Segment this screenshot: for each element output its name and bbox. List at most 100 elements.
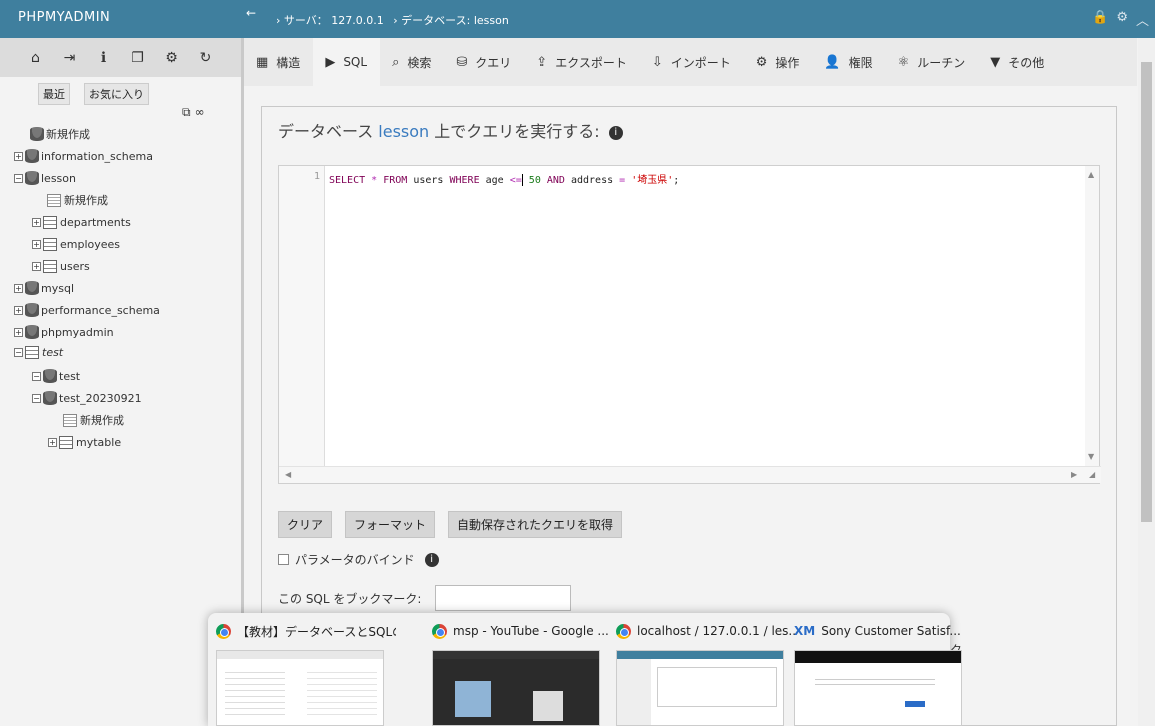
lock-icon[interactable]: 🔒	[1092, 10, 1108, 29]
brand-title[interactable]: PHPMYADMIN	[18, 10, 110, 25]
search-icon: ⌕	[392, 54, 400, 70]
thumbnail-preview	[432, 650, 600, 726]
expand-icon[interactable]: −	[32, 371, 41, 381]
structure-icon: ▦	[256, 54, 269, 70]
editor-horizontal-scrollbar[interactable]: ◀ ▶ ◢	[279, 466, 1101, 483]
tab-more[interactable]: ▼ その他	[978, 38, 1057, 86]
tab-query[interactable]: ⛁ クエリ	[444, 38, 524, 86]
breadcrumb-database[interactable]: › データベース: lesson	[393, 14, 509, 27]
tree-label: lesson	[41, 171, 76, 185]
sql-token: ;	[673, 175, 680, 186]
database-icon	[43, 391, 57, 405]
line-number-gutter: 1	[279, 166, 325, 466]
expand-icon[interactable]: +	[48, 437, 57, 447]
tree-item-lesson-new[interactable]: 新規作成	[47, 190, 108, 210]
tree-item-test[interactable]: − test	[32, 366, 80, 386]
bookmark-input[interactable]	[435, 585, 572, 611]
scroll-up-icon[interactable]: ▲	[1088, 170, 1094, 179]
tree-item-users[interactable]: + users	[32, 256, 90, 276]
line-number: 1	[313, 171, 320, 182]
database-icon	[25, 303, 39, 317]
thumbnail-title: Sony Customer Satisf...	[821, 624, 961, 638]
reload-icon[interactable]: ↻	[196, 50, 216, 66]
import-icon: ⇩	[651, 54, 663, 70]
title-db-link[interactable]: lesson	[378, 122, 429, 141]
bind-parameters-checkbox[interactable]	[278, 554, 289, 565]
collapse-icon[interactable]: −	[14, 173, 23, 183]
tree-item-employees[interactable]: + employees	[32, 234, 120, 254]
collapse-nav-icon[interactable]: ←	[246, 6, 256, 20]
resize-handle-icon[interactable]: ◢	[1089, 470, 1095, 479]
tree-item-mysql[interactable]: + mysql	[14, 278, 74, 298]
expand-icon[interactable]: +	[32, 261, 41, 271]
tree-item-test-20230921[interactable]: − test_20230921	[32, 388, 142, 408]
copy-icon[interactable]: ❐	[128, 50, 148, 66]
tree-item-information-schema[interactable]: + information_schema	[14, 146, 153, 166]
tree-label: users	[60, 259, 90, 273]
editor-vertical-scrollbar[interactable]: ▲ ▼	[1085, 166, 1099, 466]
expand-icon[interactable]: +	[14, 283, 23, 293]
info-icon[interactable]: i	[424, 552, 439, 567]
tree-label: information_schema	[41, 149, 153, 163]
nav-icon-bar: ⌂ ⇥ ℹ ❐ ⚙ ↻	[0, 38, 241, 77]
tab-privileges[interactable]: 👤 権限	[812, 38, 885, 86]
info-icon[interactable]: i	[608, 125, 623, 140]
tab-import[interactable]: ⇩ インポート	[640, 38, 744, 86]
collapse-icon[interactable]: −	[14, 347, 23, 357]
collapse-all-icon[interactable]: ⧉	[182, 105, 191, 120]
tab-label: エクスポート	[555, 55, 627, 70]
tree-item-performance-schema[interactable]: + performance_schema	[14, 300, 160, 320]
taskbar-thumbnail[interactable]: localhost / 127.0.0.1 / les...	[616, 621, 796, 726]
tab-export[interactable]: ⇪ エクスポート	[524, 38, 640, 86]
settings-icon[interactable]: ⚙	[162, 50, 182, 66]
tab-label: 操作	[775, 55, 800, 70]
breadcrumb-server[interactable]: › サーバ： 127.0.0.1	[276, 14, 384, 27]
tree-label: 新規作成	[80, 414, 124, 427]
tree-item-mytable[interactable]: + mytable	[48, 432, 121, 452]
favorites-button[interactable]: お気に入り	[84, 83, 149, 105]
page-vertical-scrollbar[interactable]	[1138, 38, 1155, 726]
taskbar-thumbnail[interactable]: msp - YouTube - Google ...	[432, 621, 612, 726]
tab-search[interactable]: ⌕ 検索	[380, 38, 444, 86]
sql-editor[interactable]: 1 SELECT * FROM users WHERE age <= 50 AN…	[278, 165, 1101, 484]
tab-structure[interactable]: ▦ 構造	[244, 38, 313, 86]
expand-icon[interactable]: +	[32, 217, 41, 227]
link-icon[interactable]: ∞	[195, 105, 205, 120]
logout-icon[interactable]: ⇥	[60, 50, 80, 66]
expand-icon[interactable]: +	[14, 327, 23, 337]
tree-item-test-group[interactable]: − test	[14, 342, 63, 362]
scroll-right-icon[interactable]: ▶	[1071, 470, 1077, 479]
tab-sql[interactable]: ▶ SQL	[313, 38, 381, 86]
tab-routines[interactable]: ⚛ ルーチン	[886, 38, 979, 86]
page-scroll-thumb[interactable]	[1141, 62, 1152, 522]
recent-button[interactable]: 最近	[38, 83, 70, 105]
format-button[interactable]: フォーマット	[345, 511, 436, 538]
taskbar-thumbnails: 【教材】データベースとSQLの基礎を... msp - YouTube - Go…	[208, 613, 962, 726]
tab-operations[interactable]: ⚙ 操作	[744, 38, 813, 86]
expand-icon[interactable]: +	[14, 305, 23, 315]
scroll-left-icon[interactable]: ◀	[285, 470, 291, 479]
tree-item-lesson[interactable]: − lesson	[14, 168, 76, 188]
tree-item-phpmyadmin[interactable]: + phpmyadmin	[14, 322, 114, 342]
tree-item-test-new[interactable]: 新規作成	[63, 410, 124, 430]
tree-item-departments[interactable]: + departments	[32, 212, 131, 232]
collapse-icon[interactable]: −	[32, 393, 41, 403]
tree-item-new[interactable]: 新規作成	[30, 124, 90, 144]
bind-parameters-label[interactable]: パラメータのバインド	[295, 551, 415, 568]
get-autosaved-query-button[interactable]: 自動保存されたクエリを取得	[448, 511, 623, 538]
taskbar-thumbnail[interactable]: XM Sony Customer Satisf...	[794, 621, 974, 726]
table-icon	[43, 237, 57, 251]
sql-code[interactable]: SELECT * FROM users WHERE age <= 50 AND …	[329, 171, 679, 186]
gear-icon[interactable]: ⚙	[1116, 10, 1128, 29]
tree-label: 新規作成	[46, 128, 90, 141]
info-icon[interactable]: ℹ	[94, 50, 114, 66]
taskbar-thumbnail[interactable]: 【教材】データベースとSQLの基礎を...	[216, 621, 396, 726]
scroll-down-icon[interactable]: ▼	[1088, 452, 1094, 461]
expand-icon[interactable]: +	[32, 239, 41, 249]
home-icon[interactable]: ⌂	[26, 50, 46, 66]
chevron-up-icon[interactable]: ︿	[1136, 10, 1149, 29]
expand-icon[interactable]: +	[14, 151, 23, 161]
tree-label: departments	[60, 215, 131, 229]
group-icon	[25, 345, 39, 359]
clear-button[interactable]: クリア	[278, 511, 333, 538]
